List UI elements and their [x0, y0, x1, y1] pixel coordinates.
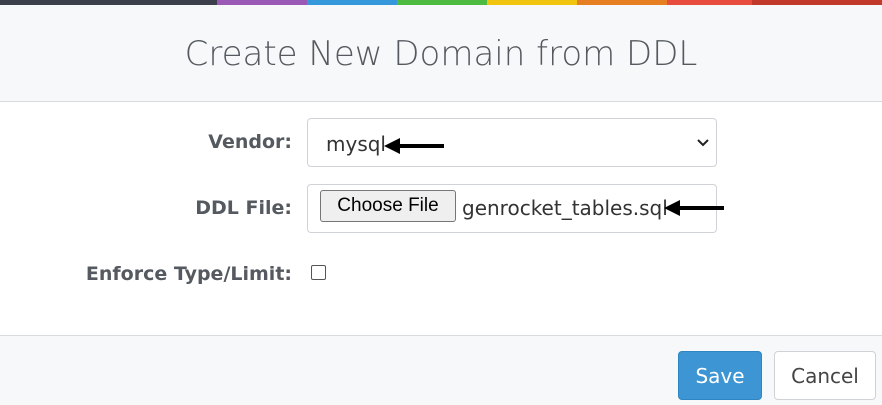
choose-file-button[interactable]: Choose File: [320, 190, 456, 222]
ddl-file-name: genrocket_tables.sql: [462, 196, 668, 220]
arrow-annotation-icon: [664, 200, 724, 216]
create-domain-modal: Create New Domain from DDL Vendor: mysql…: [0, 0, 882, 405]
vendor-select[interactable]: mysql: [307, 118, 717, 167]
arrow-annotation-icon: [384, 138, 444, 154]
enforce-type-limit-checkbox[interactable]: [311, 265, 326, 280]
vendor-label: Vendor:: [208, 131, 292, 153]
modal-header: Create New Domain from DDL: [0, 5, 882, 102]
vendor-selected-value: mysql: [326, 132, 386, 156]
enforce-type-limit-label: Enforce Type/Limit:: [85, 263, 292, 285]
save-button[interactable]: Save: [678, 351, 762, 400]
modal-title: Create New Domain from DDL: [184, 34, 698, 74]
chevron-down-icon: [697, 139, 709, 147]
ddl-file-input[interactable]: Choose File genrocket_tables.sql: [307, 184, 717, 233]
ddl-file-label: DDL File:: [195, 197, 292, 219]
cancel-button[interactable]: Cancel: [774, 351, 876, 400]
